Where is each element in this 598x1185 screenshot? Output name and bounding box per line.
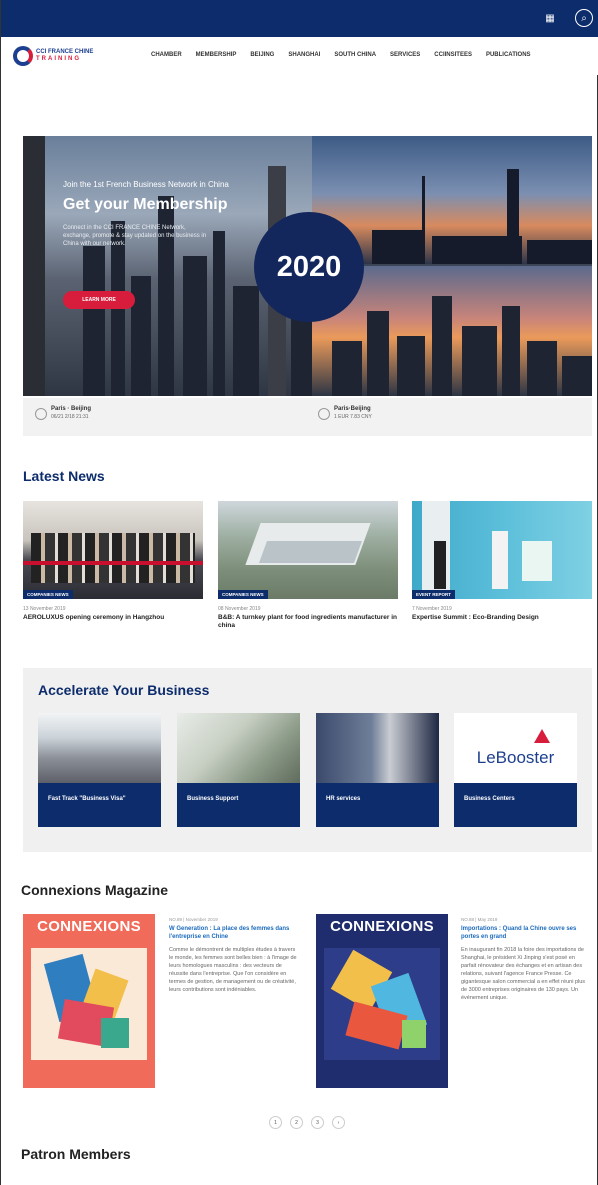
news-title[interactable]: B&B: A turnkey plant for food ingredient… — [218, 614, 398, 630]
magazine-cover[interactable]: CONNEXIONS — [316, 914, 448, 1088]
hero-title: Get your Membership — [63, 196, 228, 213]
magazine-pagination: 1 2 3 › — [269, 1116, 353, 1129]
logo-line2: TRAINING — [36, 56, 81, 62]
news-image: COMPANIES NEWS — [218, 501, 398, 599]
menu-grid-icon[interactable]: ▦ — [541, 9, 559, 27]
accelerate-heading: Accelerate Your Business — [38, 682, 210, 698]
nav-item-publications[interactable]: PUBLICATIONS — [486, 52, 531, 58]
nav-item-beijing[interactable]: BEIJING — [250, 52, 274, 58]
search-icon[interactable]: ⌕ — [575, 9, 593, 27]
news-title[interactable]: Expertise Summit : Eco-Branding Design — [412, 614, 592, 622]
news-tag: COMPANIES NEWS — [23, 590, 73, 599]
learn-more-button[interactable]: LEARN MORE — [63, 291, 135, 309]
news-card[interactable]: COMPANIES NEWS 08 November 2019 B&B: A t… — [218, 501, 398, 630]
news-card[interactable]: EVENT REPORT 7 November 2019 Expertise S… — [412, 501, 592, 622]
news-date: 08 November 2019 — [218, 606, 261, 612]
news-title[interactable]: AEROLUXUS opening ceremony in Hangzhou — [23, 614, 203, 622]
magazine-article: NO.89 | November 2019 W Generation : La … — [169, 917, 297, 994]
magazine-article: NO.88 | May 2019 Importations : Quand la… — [461, 917, 589, 1002]
nav-menu: CHAMBER MEMBERSHIP BEIJING SHANGHAI SOUT… — [151, 52, 545, 58]
magazine-cover[interactable]: CONNEXIONS — [23, 914, 155, 1088]
nav-item-shanghai[interactable]: SHANGHAI — [288, 52, 320, 58]
service-card-business-support[interactable]: Business Support — [177, 713, 300, 827]
magazine-article-title[interactable]: Importations : Quand la Chine ouvre ses … — [461, 926, 589, 941]
news-date: 7 November 2019 — [412, 606, 452, 612]
nav-item-membership[interactable]: MEMBERSHIP — [196, 52, 237, 58]
news-image: EVENT REPORT — [412, 501, 592, 599]
nav-item-chamber[interactable]: CHAMBER — [151, 52, 182, 58]
exchange-rate: Paris·Beijing 1 EUR 7.83 CNY — [318, 406, 372, 420]
next-page-button[interactable]: › — [332, 1116, 345, 1129]
nav-item-cciinsitees[interactable]: CCIINSITEES — [434, 52, 472, 58]
lebooster-logo: LeBooster — [454, 713, 577, 783]
currency-icon — [318, 408, 330, 420]
service-card-hr-services[interactable]: HR services — [316, 713, 439, 827]
page-3-button[interactable]: 3 — [311, 1116, 324, 1129]
magazine-article-title[interactable]: W Generation : La place des femmes dans … — [169, 926, 297, 941]
news-date: 13 November 2019 — [23, 606, 66, 612]
cover-illustration — [31, 948, 147, 1060]
patron-members-heading: Patron Members — [21, 1146, 131, 1162]
clock-icon — [35, 408, 47, 420]
service-image — [177, 713, 300, 783]
magazine-date: NO.88 | May 2019 — [461, 917, 498, 922]
world-clock-bar: Paris · Beijing 06/21 2/18 21:31 Paris·B… — [23, 398, 592, 436]
hero-description: Connect in the CCI FRANCE CHINE Network,… — [63, 225, 207, 247]
nav-item-south-china[interactable]: SOUTH CHINA — [334, 52, 376, 58]
hero-year-badge: 2020 — [254, 212, 364, 322]
magazine-date: NO.89 | November 2019 — [169, 917, 218, 922]
service-card-business-centers[interactable]: LeBooster Business Centers — [454, 713, 577, 827]
service-label: HR services — [316, 783, 439, 827]
magazine-heading: Connexions Magazine — [21, 882, 169, 898]
magazine-article-excerpt: En inaugurant fin 2018 la foire des impo… — [461, 947, 586, 1001]
logo[interactable]: CCI FRANCE CHINE TRAINING — [13, 45, 103, 67]
logo-mark-icon — [13, 46, 33, 66]
page: ▦ ⌕ CCI FRANCE CHINE TRAINING CHAMBER ME… — [0, 0, 598, 1185]
service-image — [316, 713, 439, 783]
main-navigation: CCI FRANCE CHINE TRAINING CHAMBER MEMBER… — [1, 37, 598, 75]
page-2-button[interactable]: 2 — [290, 1116, 303, 1129]
service-label: Business Centers — [454, 783, 577, 827]
hero-kicker: Join the 1st French Business Network in … — [63, 180, 229, 189]
cover-illustration — [324, 948, 440, 1060]
magazine-article-excerpt: Comme le démontrent de multiples études … — [169, 947, 297, 993]
service-label: Fast Track "Business Visa" — [38, 783, 161, 827]
clock-paris-beijing: Paris · Beijing 06/21 2/18 21:31 — [35, 406, 91, 420]
news-tag: COMPANIES NEWS — [218, 590, 268, 599]
top-bar: ▦ ⌕ — [1, 0, 598, 37]
service-label: Business Support — [177, 783, 300, 827]
news-card[interactable]: COMPANIES NEWS 13 November 2019 AEROLUXU… — [23, 501, 203, 622]
news-tag: EVENT REPORT — [412, 590, 456, 599]
service-image — [38, 713, 161, 783]
hero-banner[interactable]: Join the 1st French Business Network in … — [23, 136, 592, 396]
service-card-fast-track[interactable]: Fast Track "Business Visa" — [38, 713, 161, 827]
news-image: COMPANIES NEWS — [23, 501, 203, 599]
latest-news-heading: Latest News — [23, 468, 105, 484]
page-1-button[interactable]: 1 — [269, 1116, 282, 1129]
logo-line1: CCI FRANCE CHINE — [36, 49, 94, 55]
nav-item-services[interactable]: SERVICES — [390, 52, 420, 58]
